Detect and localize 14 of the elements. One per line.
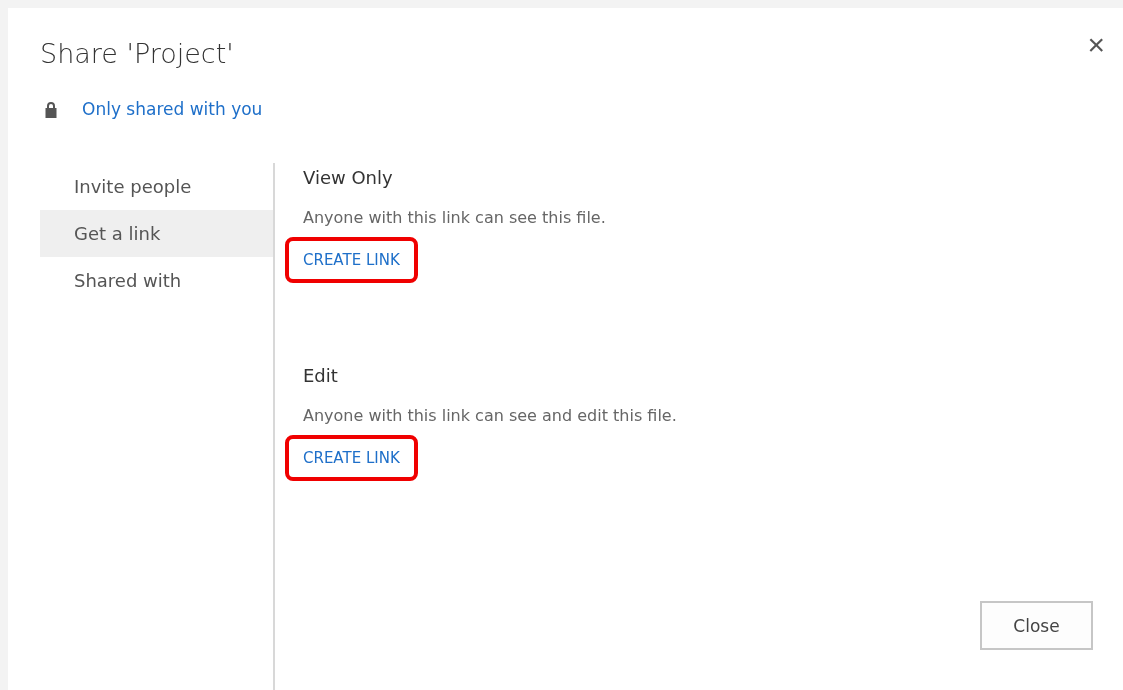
close-dialog-button[interactable]: Close bbox=[980, 601, 1093, 650]
close-button[interactable]: × bbox=[1083, 30, 1109, 60]
nav-item[interactable]: Get a link bbox=[40, 210, 273, 257]
create-link[interactable]: CREATE LINK bbox=[285, 435, 418, 481]
section-heading: View Only bbox=[303, 167, 393, 188]
lock-icon bbox=[44, 100, 58, 118]
dialog-title: Share 'Project' bbox=[40, 38, 234, 69]
section-description: Anyone with this link can see and edit this file. bbox=[303, 406, 677, 425]
section-heading: Edit bbox=[303, 365, 338, 386]
create-link[interactable]: CREATE LINK bbox=[285, 237, 418, 283]
sharing-status-link[interactable]: Only shared with you bbox=[82, 99, 263, 119]
nav-item[interactable]: Shared with bbox=[40, 257, 273, 304]
nav-item[interactable]: Invite people bbox=[40, 163, 273, 210]
section-description: Anyone with this link can see this file. bbox=[303, 208, 606, 227]
